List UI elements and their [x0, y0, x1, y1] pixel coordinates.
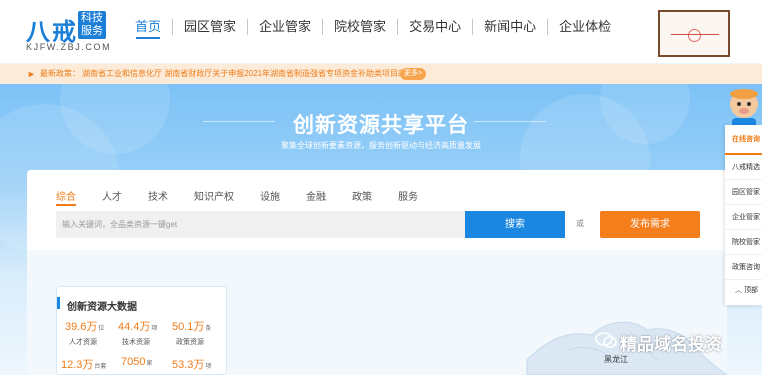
stat-value: 39.6万 [65, 321, 98, 333]
map-region-label: 黑龙江 [604, 355, 628, 364]
float-item-policy[interactable]: 政策咨询 [725, 255, 762, 280]
stat-value: 44.4万 [118, 321, 151, 333]
top-header: 八戒 科技 服务 KJFW.ZBJ.COM 首页 园区管家 企业管家 院校管家 … [0, 0, 762, 63]
nav-item-trade[interactable]: 交易中心 [398, 0, 472, 63]
float-item-enterprise[interactable]: 企业管家 [725, 205, 762, 230]
notice-link[interactable]: 湖南省工业和信息化厅 湖南省财政厅关于申报2021年湖南省制造强省专项资金补助类… [82, 64, 422, 84]
nav-item-park[interactable]: 园区管家 [173, 0, 247, 63]
float-item-college[interactable]: 院校管家 [725, 230, 762, 255]
notice-label: 最新政策： [40, 69, 80, 78]
certificate-image[interactable]: ━━━━━━━━━━━━━━━━ [658, 10, 730, 57]
stat-label: 技术资源 [122, 339, 150, 346]
float-item-selection[interactable]: 八戒精选 [725, 155, 762, 180]
nav-item-checkup[interactable]: 企业体检 [548, 0, 622, 63]
watermark-text: 精品域名投资 [620, 335, 722, 354]
or-text: 或 [576, 219, 584, 228]
policy-notice-bar: ► 最新政策： 湖南省工业和信息化厅 湖南省财政厅关于申报2021年湖南省制造强… [0, 64, 762, 84]
tab-ip[interactable]: 知识产权 [194, 188, 234, 203]
stat-service: 53.3万项 [172, 356, 227, 372]
stat-unit: 台套 [94, 364, 107, 370]
tab-facility[interactable]: 设施 [260, 188, 280, 203]
main-nav: 首页 园区管家 企业管家 院校管家 交易中心 新闻中心 企业体检 [124, 0, 622, 63]
stat-unit: 位 [98, 326, 105, 332]
stat-talent: 39.6万位 人才资源 [65, 318, 120, 347]
nav-item-home[interactable]: 首页 [124, 0, 172, 63]
resource-stats-panel: 创新资源大数据 39.6万位 人才资源 44.4万项 技术资源 50.1万条 政… [56, 286, 227, 375]
logo-badge-line1: 科技 [81, 12, 103, 24]
logo-badge: 科技 服务 [78, 11, 106, 39]
wechat-icon [595, 332, 617, 348]
banner-subtitle: 聚集全球创新要素资源，服务创新驱动与经济高质量发展 [281, 141, 481, 150]
stat-value: 7050 [121, 356, 146, 368]
back-to-top-button[interactable]: ︿ 顶部 [725, 280, 762, 302]
search-panel: 综合 人才 技术 知识产权 设施 金融 政策 服务 搜索 或 发布需求 [27, 170, 727, 250]
stat-value: 50.1万 [172, 321, 205, 333]
stats-title: 创新资源大数据 [67, 302, 137, 313]
stat-technology: 44.4万项 技术资源 [118, 318, 173, 347]
logo-badge-line2: 服务 [81, 25, 103, 37]
search-button[interactable]: 搜索 [465, 211, 565, 238]
site-logo[interactable]: 八戒 科技 服务 KJFW.ZBJ.COM [26, 10, 110, 56]
stat-label: 政策资源 [176, 339, 204, 346]
mascot-image [730, 89, 758, 130]
stat-institution: 7050家 [121, 356, 176, 368]
speaker-icon: ► [27, 69, 36, 79]
stat-unit: 条 [205, 326, 212, 332]
certificate-text: ━━━━━━━━━━━━━━━━ [670, 32, 720, 38]
stat-facility: 12.3万台套 [61, 356, 116, 372]
stat-label: 人才资源 [69, 339, 97, 346]
tab-technology[interactable]: 技术 [148, 188, 168, 203]
resource-tabs: 综合 人才 技术 知识产权 设施 金融 政策 服务 [56, 188, 444, 206]
nav-item-news[interactable]: 新闻中心 [473, 0, 547, 63]
stat-unit: 家 [146, 361, 153, 367]
nav-item-college[interactable]: 院校管家 [323, 0, 397, 63]
stat-unit: 项 [151, 326, 158, 332]
publish-demand-button[interactable]: 发布需求 [600, 211, 700, 238]
tab-policy[interactable]: 政策 [352, 188, 372, 203]
float-item-park[interactable]: 园区管家 [725, 180, 762, 205]
banner-title: 创新资源共享平台 [293, 114, 469, 137]
tab-service[interactable]: 服务 [398, 188, 418, 203]
stat-unit: 项 [205, 364, 212, 370]
tab-talent[interactable]: 人才 [102, 188, 122, 203]
notice-more-button[interactable]: 更多> [400, 68, 427, 80]
search-input[interactable] [56, 211, 466, 238]
online-consult-button[interactable]: 在线咨询 [725, 125, 762, 155]
tab-finance[interactable]: 金融 [306, 188, 326, 203]
logo-url: KJFW.ZBJ.COM [26, 42, 112, 52]
floating-service-panel: 在线咨询 八戒精选 园区管家 企业管家 院校管家 政策咨询 ︿ 顶部 [725, 125, 762, 305]
stat-value: 12.3万 [61, 359, 94, 371]
nav-item-enterprise[interactable]: 企业管家 [248, 0, 322, 63]
stats-accent-bar [57, 297, 60, 309]
stat-value: 53.3万 [172, 359, 205, 371]
tab-all[interactable]: 综合 [56, 188, 76, 206]
stat-policy: 50.1万条 政策资源 [172, 318, 227, 347]
